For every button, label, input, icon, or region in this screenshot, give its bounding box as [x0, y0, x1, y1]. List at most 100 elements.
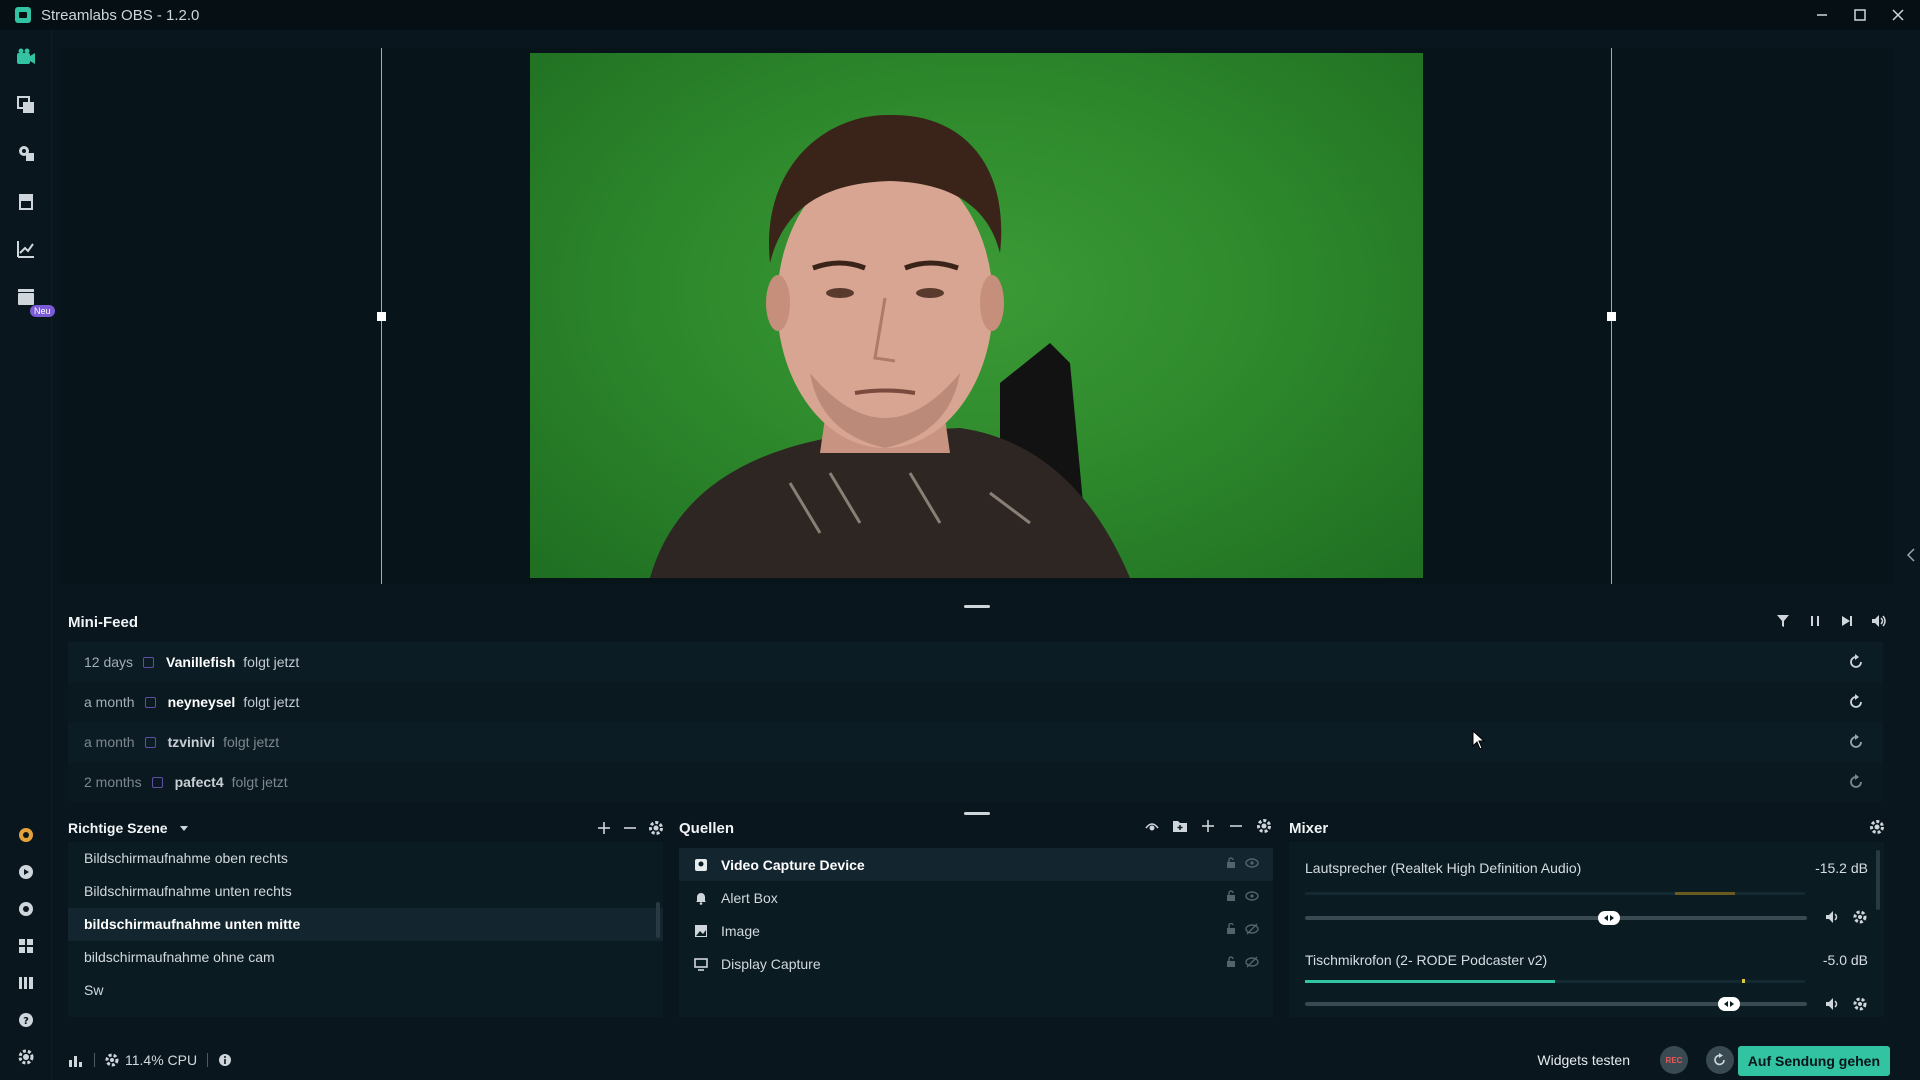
add-scene-icon[interactable]	[596, 820, 612, 836]
remove-scene-icon[interactable]	[622, 820, 638, 836]
lock-icon[interactable]	[1225, 890, 1237, 902]
volume-slider[interactable]	[1305, 997, 1807, 1011]
studio-camera-icon[interactable]	[15, 46, 37, 68]
scene-item[interactable]: Sw	[68, 974, 663, 1007]
channel-settings-icon[interactable]	[1853, 997, 1867, 1011]
speaker-mute-icon[interactable]	[1825, 997, 1841, 1011]
streamlabs-logo-icon	[15, 7, 31, 23]
replay-icon[interactable]	[1847, 693, 1865, 711]
meter-warning-zone	[1675, 892, 1735, 895]
add-source-icon[interactable]	[1200, 818, 1216, 834]
source-label: Image	[721, 922, 760, 939]
eye-hidden-icon[interactable]	[1245, 923, 1259, 935]
skip-forward-icon	[1842, 616, 1852, 626]
scenes-scrollbar[interactable]	[656, 902, 660, 938]
replay-icon[interactable]	[1847, 773, 1865, 791]
lock-icon[interactable]	[1225, 956, 1237, 968]
source-label: Display Capture	[721, 955, 821, 972]
maximize-icon	[1854, 9, 1866, 21]
resize-divider-bottom[interactable]	[964, 812, 990, 815]
replay-icon[interactable]	[1847, 653, 1865, 671]
image-icon	[693, 923, 709, 939]
slider-grip-icon	[1723, 1001, 1734, 1007]
resize-handle-right[interactable]	[1607, 312, 1616, 321]
lock-icon[interactable]	[1225, 857, 1237, 869]
pause-icon	[1811, 616, 1819, 626]
layers-icon[interactable]	[15, 94, 37, 116]
source-item[interactable]: Alert Box	[679, 881, 1273, 914]
alert-box-icon[interactable]	[15, 824, 37, 846]
analytics-chart-icon[interactable]	[15, 238, 37, 260]
eye-icon[interactable]	[1245, 890, 1259, 902]
volume-slider-knob[interactable]	[1597, 911, 1620, 925]
add-folder-icon[interactable]	[1172, 818, 1188, 834]
feed-time: a month	[84, 694, 135, 710]
feed-item[interactable]: a month tzvinivi folgt jetzt	[68, 722, 1883, 762]
mixer-settings-icon[interactable]	[1869, 819, 1885, 835]
scene-settings-icon[interactable]	[648, 820, 664, 836]
remove-source-icon[interactable]	[1228, 818, 1244, 834]
channel-settings-icon[interactable]	[1853, 910, 1867, 924]
source-item-active[interactable]: Video Capture Device	[679, 848, 1273, 881]
feed-action: folgt jetzt	[243, 694, 300, 710]
source-visibility-toggle-icon[interactable]	[1144, 818, 1160, 834]
columns-icon[interactable]	[15, 972, 37, 994]
source-item[interactable]: Display Capture	[679, 947, 1273, 980]
source-settings-icon[interactable]	[1256, 818, 1272, 834]
source-item[interactable]: Image	[679, 914, 1273, 947]
cpu-usage: 11.4% CPU	[125, 1052, 198, 1068]
go-live-button[interactable]: Auf Sendung gehen	[1737, 1046, 1890, 1076]
audio-level-meter	[1305, 892, 1805, 895]
volume-slider[interactable]	[1305, 911, 1807, 925]
settings-gear-icon[interactable]	[15, 1046, 37, 1068]
close-button[interactable]	[1890, 7, 1906, 23]
footer-separator	[94, 1053, 95, 1067]
volume-slider-knob[interactable]	[1717, 997, 1740, 1011]
grid-layout-icon[interactable]	[15, 935, 37, 957]
skip-button[interactable]	[1838, 612, 1856, 630]
replay-buffer-icon	[1714, 1053, 1725, 1066]
feed-item[interactable]: 2 months pafect4 folgt jetzt	[68, 762, 1883, 802]
eye-hidden-icon[interactable]	[1245, 956, 1259, 968]
chat-icon[interactable]	[15, 898, 37, 920]
info-icon[interactable]	[218, 1053, 232, 1067]
replay-buffer-button[interactable]	[1706, 1046, 1734, 1074]
resize-divider-top[interactable]	[964, 605, 990, 608]
scene-item[interactable]: Bildschirmaufnahme oben rechts	[68, 842, 663, 875]
feed-username: Vanillefish	[166, 654, 236, 670]
feed-action: folgt jetzt	[243, 654, 300, 670]
scene-collection-selector[interactable]: Richtige Szene	[68, 820, 189, 836]
scene-item[interactable]: Bildschirmaufnahme unten rechts	[68, 875, 663, 908]
mute-alerts-button[interactable]	[1870, 612, 1888, 630]
widgets-test-button[interactable]: Widgets testen	[1537, 1052, 1630, 1068]
record-button[interactable]: REC	[1660, 1046, 1688, 1074]
unlock-icon[interactable]	[1225, 923, 1237, 935]
cpu-gear-icon	[105, 1053, 119, 1067]
minimize-icon	[1817, 14, 1827, 16]
speaker-mute-icon[interactable]	[1825, 910, 1841, 924]
scene-collection-name: Richtige Szene	[68, 820, 168, 836]
feed-item[interactable]: 12 days Vanillefish folgt jetzt	[68, 642, 1883, 682]
close-icon	[1892, 9, 1904, 21]
feed-item[interactable]: a month neyneysel folgt jetzt	[68, 682, 1883, 722]
help-icon[interactable]: ?	[15, 1009, 37, 1031]
mixer-scrollbar[interactable]	[1876, 850, 1880, 910]
eye-icon[interactable]	[1245, 857, 1259, 869]
scene-item[interactable]: bildschirmaufnahme ohne cam	[68, 941, 663, 974]
minimize-button[interactable]	[1814, 7, 1830, 23]
scene-item-active[interactable]: bildschirmaufnahme unten mitte	[68, 908, 663, 941]
maximize-button[interactable]	[1852, 7, 1868, 23]
resize-handle-left[interactable]	[377, 312, 386, 321]
webcam-video-frame[interactable]	[530, 53, 1423, 578]
pause-button[interactable]	[1806, 612, 1824, 630]
collapse-right-panel-button[interactable]	[1906, 548, 1916, 567]
filter-button[interactable]	[1774, 612, 1792, 630]
feed-time: a month	[84, 734, 135, 750]
source-label: Alert Box	[721, 889, 778, 906]
replay-icon[interactable]	[1847, 733, 1865, 751]
audio-level-meter	[1305, 979, 1805, 983]
store-icon[interactable]	[15, 190, 37, 212]
themes-icon[interactable]	[15, 142, 37, 164]
performance-stats-icon[interactable]	[68, 1052, 84, 1068]
play-circle-icon[interactable]	[15, 861, 37, 883]
